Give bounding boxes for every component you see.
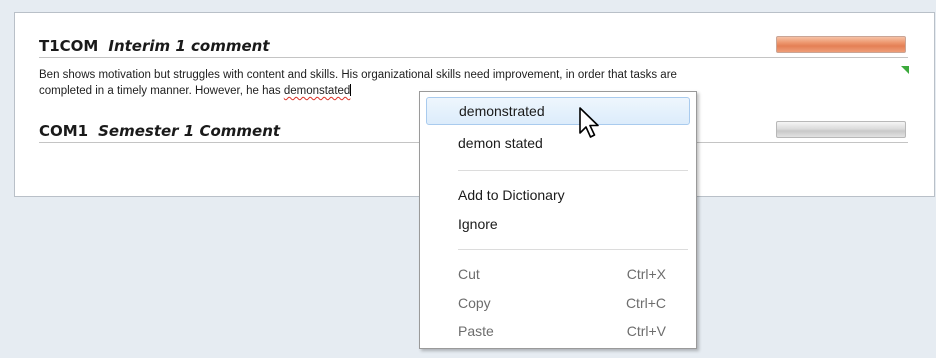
shortcut-label: Ctrl+C bbox=[625, 295, 666, 311]
resize-corner-icon[interactable] bbox=[901, 66, 909, 74]
suggestion-demon-stated[interactable]: demon stated bbox=[426, 129, 690, 157]
status-bar[interactable] bbox=[776, 121, 906, 138]
suggestion-demonstrated[interactable]: demonstrated bbox=[426, 97, 690, 125]
cut-item[interactable]: Cut Ctrl+X bbox=[426, 260, 690, 288]
comment-line-1: Ben shows motivation but struggles with … bbox=[39, 69, 677, 81]
section-code: T1COM bbox=[39, 37, 99, 55]
menu-item-label: Ignore bbox=[458, 216, 498, 232]
section-title: Interim 1 comment bbox=[108, 37, 270, 55]
spellcheck-context-menu: demonstrated demon stated Add to Diction… bbox=[419, 91, 697, 349]
shortcut-label: Ctrl+X bbox=[626, 266, 666, 282]
section-title: Semester 1 Comment bbox=[98, 122, 281, 140]
menu-item-label: Add to Dictionary bbox=[458, 187, 565, 203]
ignore-item[interactable]: Ignore bbox=[426, 210, 690, 238]
status-bar[interactable] bbox=[776, 36, 906, 53]
menu-separator bbox=[458, 170, 688, 171]
menu-item-label: demonstrated bbox=[459, 103, 545, 119]
menu-separator bbox=[458, 249, 688, 250]
section-code: COM1 bbox=[39, 122, 89, 140]
misspelled-word[interactable]: demonstated bbox=[284, 85, 351, 97]
add-to-dictionary-item[interactable]: Add to Dictionary bbox=[426, 181, 690, 209]
menu-item-label: demon stated bbox=[458, 135, 543, 151]
mouse-pointer-arrow-icon bbox=[579, 107, 599, 138]
text-caret bbox=[350, 84, 352, 96]
menu-item-label: Cut bbox=[458, 266, 480, 282]
paste-item[interactable]: Paste Ctrl+V bbox=[426, 317, 690, 345]
menu-item-label: Copy bbox=[458, 295, 491, 311]
menu-item-label: Paste bbox=[458, 323, 494, 339]
shortcut-label: Ctrl+V bbox=[626, 323, 666, 339]
section-header-t1com: T1COM Interim 1 comment bbox=[39, 35, 908, 58]
copy-item[interactable]: Copy Ctrl+C bbox=[426, 289, 690, 317]
comment-line-2-text: completed in a timely manner. However, h… bbox=[39, 85, 284, 97]
